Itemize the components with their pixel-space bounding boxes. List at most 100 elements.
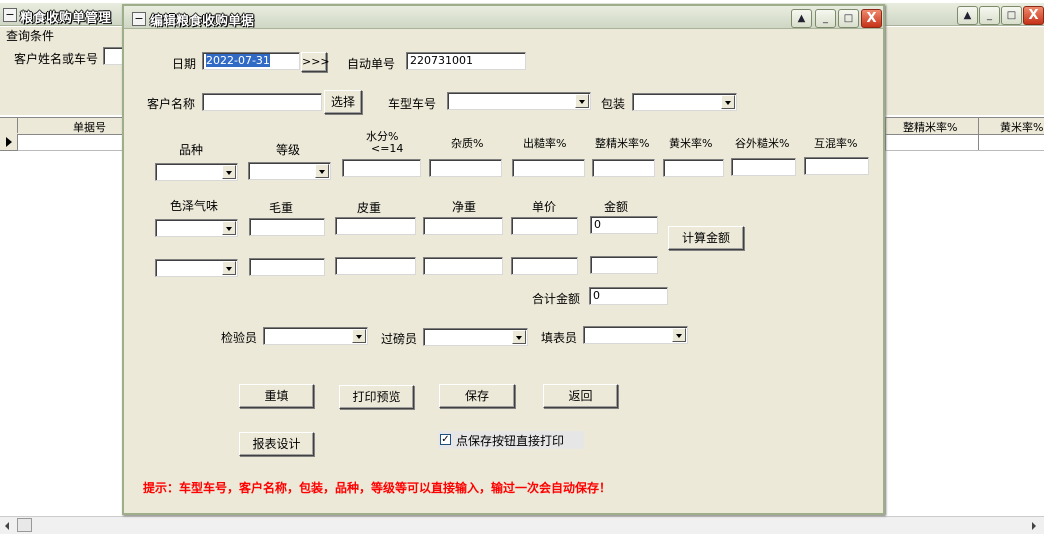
- dialog-title: 编辑粮食收购单据: [150, 14, 255, 29]
- whole-rice-header: 整精米率%: [595, 137, 650, 150]
- print-preview-button[interactable]: 打印预览: [339, 385, 414, 409]
- vehicle-label: 车型车号: [388, 97, 437, 111]
- chevron-down-icon[interactable]: [222, 165, 236, 179]
- horizontal-scrollbar[interactable]: [0, 516, 1044, 534]
- print-on-save-option[interactable]: ✓ 点保存按钮直接打印: [438, 431, 584, 449]
- tare-weight-input-2[interactable]: [335, 257, 416, 275]
- query-section-label: 查询条件: [6, 29, 55, 43]
- scroll-left-arrow-icon[interactable]: [5, 522, 9, 530]
- bg-restore-button[interactable]: ▲: [957, 6, 978, 25]
- chevron-down-icon[interactable]: [352, 329, 366, 343]
- date-value: 2022-07-31: [206, 54, 270, 67]
- chevron-down-icon[interactable]: [222, 261, 236, 275]
- yield-header: 出糙率%: [523, 137, 567, 150]
- husk-rice-input[interactable]: [731, 158, 796, 176]
- packaging-label: 包装: [601, 97, 626, 111]
- customer-label: 客户名称: [147, 97, 196, 111]
- inspector-select[interactable]: [263, 327, 368, 345]
- gross-weight-input[interactable]: [249, 218, 325, 236]
- total-amount-input[interactable]: 0: [589, 287, 668, 305]
- select-customer-button[interactable]: 选择: [324, 90, 362, 114]
- hint-text: 提示：车型车号，客户名称，包装，品种，等级等可以直接输入，输过一次会自动保存！: [143, 481, 612, 495]
- gross-weight-input-2[interactable]: [249, 258, 325, 276]
- impurity-input[interactable]: [429, 159, 502, 177]
- filler-select[interactable]: [583, 326, 688, 344]
- vehicle-select[interactable]: [447, 92, 591, 110]
- dialog-titlebar[interactable]: − 编辑粮食收购单据 ▲ _ □ X: [124, 6, 883, 29]
- dialog-close-button[interactable]: X: [861, 9, 882, 28]
- whole-rice-input[interactable]: [592, 159, 655, 177]
- back-button[interactable]: 返回: [543, 384, 618, 408]
- bg-maximize-button[interactable]: □: [1001, 6, 1022, 25]
- grid-header-whole-rice[interactable]: 整精米率%: [903, 119, 957, 135]
- packaging-select[interactable]: [632, 93, 737, 111]
- bg-close-button[interactable]: X: [1023, 6, 1044, 25]
- mixed-header: 互混率%: [814, 137, 858, 150]
- date-label: 日期: [172, 57, 197, 71]
- variety-header: 品种: [179, 143, 204, 157]
- chevron-down-icon[interactable]: [315, 164, 329, 178]
- mixed-input[interactable]: [804, 157, 869, 175]
- weigher-label: 过磅员: [381, 332, 418, 346]
- chevron-down-icon[interactable]: [721, 95, 735, 109]
- husk-rice-header: 谷外糙米%: [735, 137, 790, 150]
- row-pointer-icon: [6, 137, 12, 147]
- background-window-title: 粮食收购单管理: [20, 11, 112, 26]
- auto-no-input[interactable]: 220731001: [406, 52, 526, 70]
- color-smell-select-2[interactable]: [155, 259, 238, 277]
- grid-header-doc-no[interactable]: 单据号: [73, 119, 106, 135]
- grade-select[interactable]: [248, 162, 331, 180]
- chevron-down-icon[interactable]: [222, 221, 236, 235]
- dialog-menu-icon[interactable]: −: [132, 12, 146, 26]
- net-weight-input[interactable]: [423, 217, 503, 235]
- customer-input[interactable]: [202, 93, 322, 111]
- scroll-right-arrow-icon[interactable]: [1032, 522, 1036, 530]
- impurity-header: 杂质%: [451, 137, 484, 150]
- amount-header: 金额: [604, 200, 629, 214]
- net-weight-header: 净重: [452, 200, 477, 214]
- print-on-save-checkbox[interactable]: ✓: [440, 434, 451, 445]
- moisture-subheader: <=14: [371, 142, 404, 155]
- chevron-down-icon[interactable]: [575, 94, 589, 108]
- window-menu-icon[interactable]: −: [3, 8, 17, 22]
- gross-weight-header: 毛重: [269, 201, 294, 215]
- customer-search-label: 客户姓名或车号: [14, 52, 99, 66]
- color-smell-select[interactable]: [155, 219, 238, 237]
- amount-input-2[interactable]: [590, 256, 658, 274]
- amount-input[interactable]: 0: [590, 216, 658, 234]
- chevron-down-icon[interactable]: [512, 330, 526, 344]
- weigher-select[interactable]: [423, 328, 528, 346]
- yellow-rice-header: 黄米率%: [669, 137, 713, 150]
- date-input[interactable]: 2022-07-31: [202, 52, 300, 70]
- filler-label: 填表员: [541, 331, 578, 345]
- unit-price-header: 单价: [532, 200, 557, 214]
- net-weight-input-2[interactable]: [423, 257, 503, 275]
- date-picker-button[interactable]: >>>: [301, 52, 330, 72]
- tare-weight-header: 皮重: [357, 201, 382, 215]
- chevron-down-icon[interactable]: [672, 328, 686, 342]
- inspector-label: 检验员: [221, 331, 258, 345]
- bg-minimize-button[interactable]: _: [979, 6, 1000, 25]
- color-smell-header: 色泽气味: [170, 199, 219, 213]
- dialog-minimize-button[interactable]: _: [815, 9, 836, 28]
- calculate-amount-button[interactable]: 计算金额: [668, 226, 744, 250]
- variety-select[interactable]: [155, 163, 238, 181]
- moisture-input[interactable]: [342, 159, 421, 177]
- tare-weight-input[interactable]: [335, 217, 416, 235]
- yellow-rice-input[interactable]: [663, 159, 724, 177]
- unit-price-input-2[interactable]: [511, 257, 578, 275]
- yield-input[interactable]: [512, 159, 585, 177]
- grid-header-yellow-rice[interactable]: 黄米率%: [1000, 119, 1043, 135]
- dialog-restore-button[interactable]: ▲: [791, 9, 812, 28]
- scroll-thumb[interactable]: [17, 518, 32, 532]
- dialog-maximize-button[interactable]: □: [838, 9, 859, 28]
- report-design-button[interactable]: 报表设计: [239, 432, 314, 456]
- auto-no-label: 自动单号: [347, 57, 396, 71]
- grade-header: 等级: [276, 143, 301, 157]
- print-on-save-label: 点保存按钮直接打印: [456, 434, 565, 448]
- total-amount-label: 合计金额: [532, 292, 581, 306]
- unit-price-input[interactable]: [511, 217, 578, 235]
- save-button[interactable]: 保存: [439, 384, 515, 408]
- reset-button[interactable]: 重填: [239, 384, 314, 408]
- grid-corner: [0, 117, 18, 133]
